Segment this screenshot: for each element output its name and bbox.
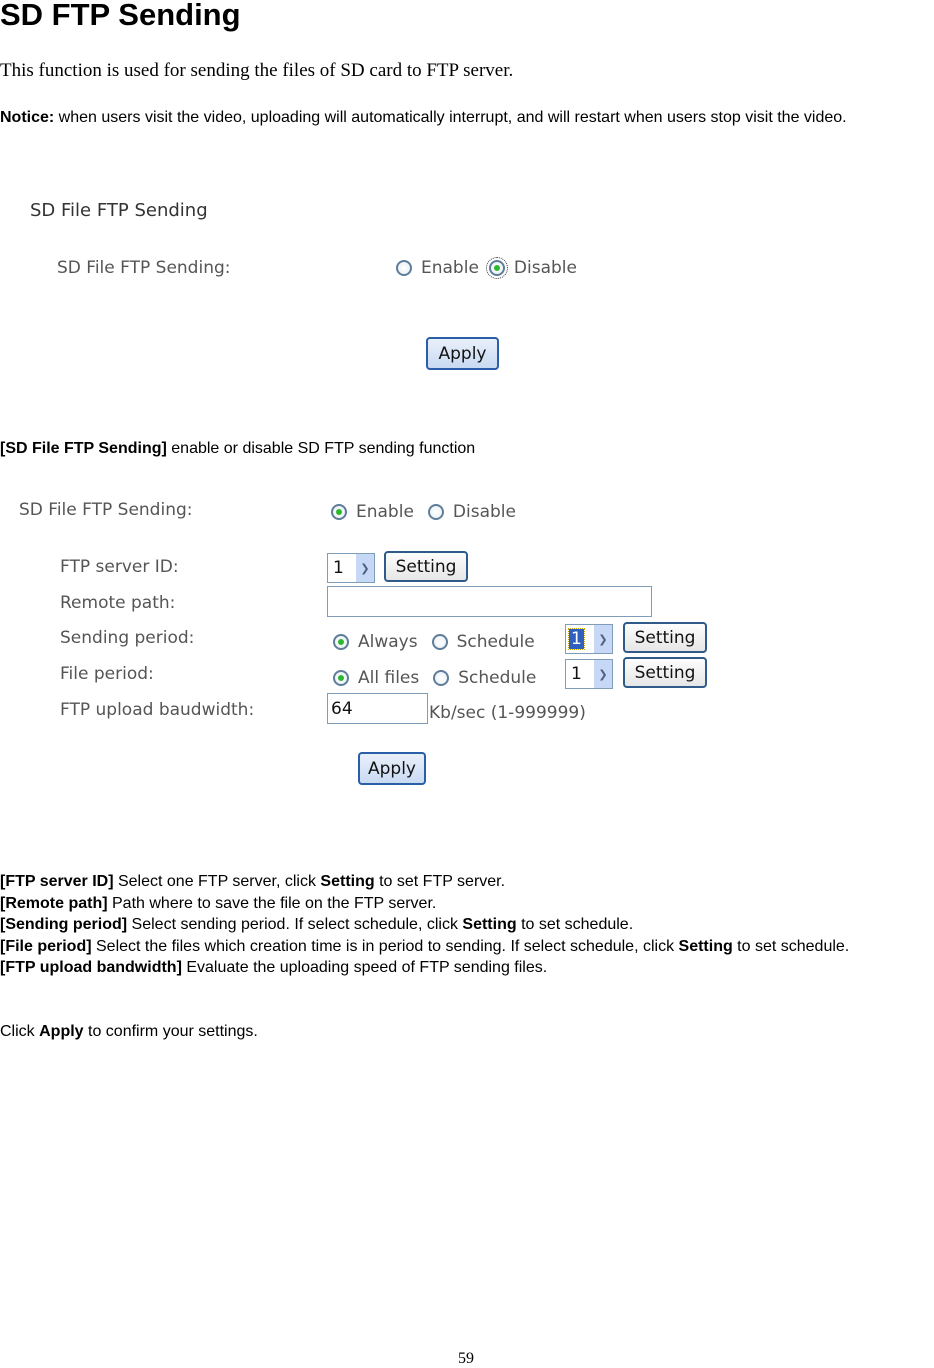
always-radio-label: Always	[358, 632, 418, 652]
file-period-radio-group: All files Schedule	[333, 668, 546, 688]
intro-text: This function is used for sending the fi…	[0, 60, 514, 81]
description-text: to set schedule.	[516, 916, 634, 933]
notice-text: when users visit the video, uploading wi…	[54, 109, 847, 126]
sending-schedule-setting-button[interactable]: Setting	[623, 622, 707, 653]
panel-sd-ftp-disabled: SD File FTP Sending SD File FTP Sending:…	[0, 180, 660, 390]
sending-period-label: Sending period:	[60, 628, 195, 648]
ftp-upload-bandwidth-input[interactable]: 64	[327, 693, 428, 724]
description-text: Select the files which creation time is …	[91, 937, 679, 955]
closing-text: Click	[0, 1023, 40, 1040]
chevron-down-icon[interactable]: ❯	[594, 660, 612, 688]
description-text: Evaluate the uploading speed of FTP send…	[181, 959, 548, 976]
description-text: to set schedule.	[732, 937, 850, 955]
disable-radio[interactable]	[485, 257, 508, 279]
notice-label: Notice:	[0, 109, 55, 126]
enable-radio-label: Enable	[421, 258, 479, 278]
file-schedule-value: 1	[571, 664, 582, 684]
description-text: enable or disable SD FTP sending functio…	[166, 440, 476, 457]
description-emphasis: Setting	[462, 916, 517, 933]
sd-ftp-sending-label: SD File FTP Sending:	[19, 500, 193, 520]
enable-radio[interactable]	[396, 260, 412, 276]
apply-button[interactable]: Apply	[358, 752, 426, 785]
description-emphasis: Setting	[320, 873, 375, 890]
chevron-down-icon[interactable]: ❯	[356, 554, 374, 582]
file-period-label: File period:	[60, 664, 154, 684]
ftp-server-id-value: 1	[333, 558, 344, 578]
ftp-server-setting-button[interactable]: Setting	[384, 551, 468, 582]
ftp-server-id-label: FTP server ID:	[60, 557, 179, 577]
sd-ftp-sending-description: [SD File FTP Sending] enable or disable …	[0, 438, 475, 460]
description-text: Select sending period. If select schedul…	[127, 916, 463, 933]
notice-paragraph: Notice: when users visit the video, uplo…	[0, 107, 934, 129]
description-text: to set FTP server.	[374, 873, 506, 890]
description-term: [FTP server ID]	[0, 873, 114, 890]
description-remote-path: [Remote path] Path where to save the fil…	[0, 893, 934, 915]
apply-button[interactable]: Apply	[426, 337, 499, 370]
chevron-down-icon[interactable]: ❯	[594, 625, 612, 653]
page-heading: SD FTP Sending	[0, 0, 241, 32]
description-text: Path where to save the file on the FTP s…	[107, 894, 437, 912]
disable-radio-label: Disable	[513, 258, 577, 278]
description-file-period: [File period] Select the files which cre…	[0, 936, 934, 958]
remote-path-input[interactable]	[327, 586, 652, 617]
description-sending-period: [Sending period] Select sending period. …	[0, 914, 934, 936]
description-ftp-server-id: [FTP server ID] Select one FTP server, c…	[0, 871, 934, 893]
disable-radio[interactable]	[427, 504, 444, 520]
ftp-upload-bandwidth-label: FTP upload baudwidth:	[60, 700, 255, 720]
page-number: 59	[458, 1350, 474, 1367]
enable-radio-label: Enable	[356, 502, 414, 522]
description-term: [Sending period]	[0, 916, 128, 933]
description-emphasis: Setting	[678, 937, 733, 955]
sending-schedule-radio-label: Schedule	[456, 632, 535, 652]
file-schedule-radio[interactable]	[433, 670, 450, 686]
ftp-server-id-select[interactable]: 1 ❯	[327, 553, 375, 583]
disable-radio-label: Disable	[452, 502, 516, 522]
field-descriptions: [FTP server ID] Select one FTP server, c…	[0, 871, 934, 979]
file-schedule-select[interactable]: 1 ❯	[565, 659, 613, 689]
closing-text: to confirm your settings.	[83, 1023, 258, 1040]
closing-emphasis: Apply	[39, 1023, 84, 1040]
sending-schedule-value: 1	[568, 628, 585, 650]
description-term: [SD File FTP Sending]	[0, 440, 167, 457]
file-schedule-radio-label: Schedule	[458, 668, 537, 688]
sending-schedule-select[interactable]: 1 ❯	[565, 624, 613, 654]
always-radio[interactable]	[333, 634, 349, 650]
description-term: [File period]	[0, 937, 92, 955]
all-files-radio-label: All files	[358, 668, 420, 688]
panel-sd-ftp-enabled: SD File FTP Sending: Enable Disable FTP …	[0, 490, 720, 800]
sending-schedule-radio[interactable]	[431, 634, 448, 650]
description-ftp-upload-bandwidth: [FTP upload bandwidth] Evaluate the uplo…	[0, 957, 934, 979]
enable-radio[interactable]	[331, 504, 347, 520]
sd-ftp-sending-label: SD File FTP Sending:	[57, 258, 231, 278]
remote-path-label: Remote path:	[60, 593, 176, 613]
file-schedule-setting-button[interactable]: Setting	[623, 657, 707, 688]
panel-title: SD File FTP Sending	[30, 200, 208, 221]
sd-ftp-sending-radio-group: Enable Disable	[331, 502, 526, 522]
description-term: [FTP upload bandwidth]	[0, 959, 182, 976]
description-text: Select one FTP server, click	[113, 873, 321, 890]
bandwidth-unit-hint: Kb/sec (1-999999)	[429, 703, 586, 723]
all-files-radio[interactable]	[333, 670, 349, 686]
closing-instruction: Click Apply to confirm your settings.	[0, 1021, 258, 1043]
description-term: [Remote path]	[0, 894, 108, 912]
sending-period-radio-group: Always Schedule	[333, 632, 545, 652]
sd-ftp-sending-radio-group: Enable Disable	[396, 257, 587, 279]
